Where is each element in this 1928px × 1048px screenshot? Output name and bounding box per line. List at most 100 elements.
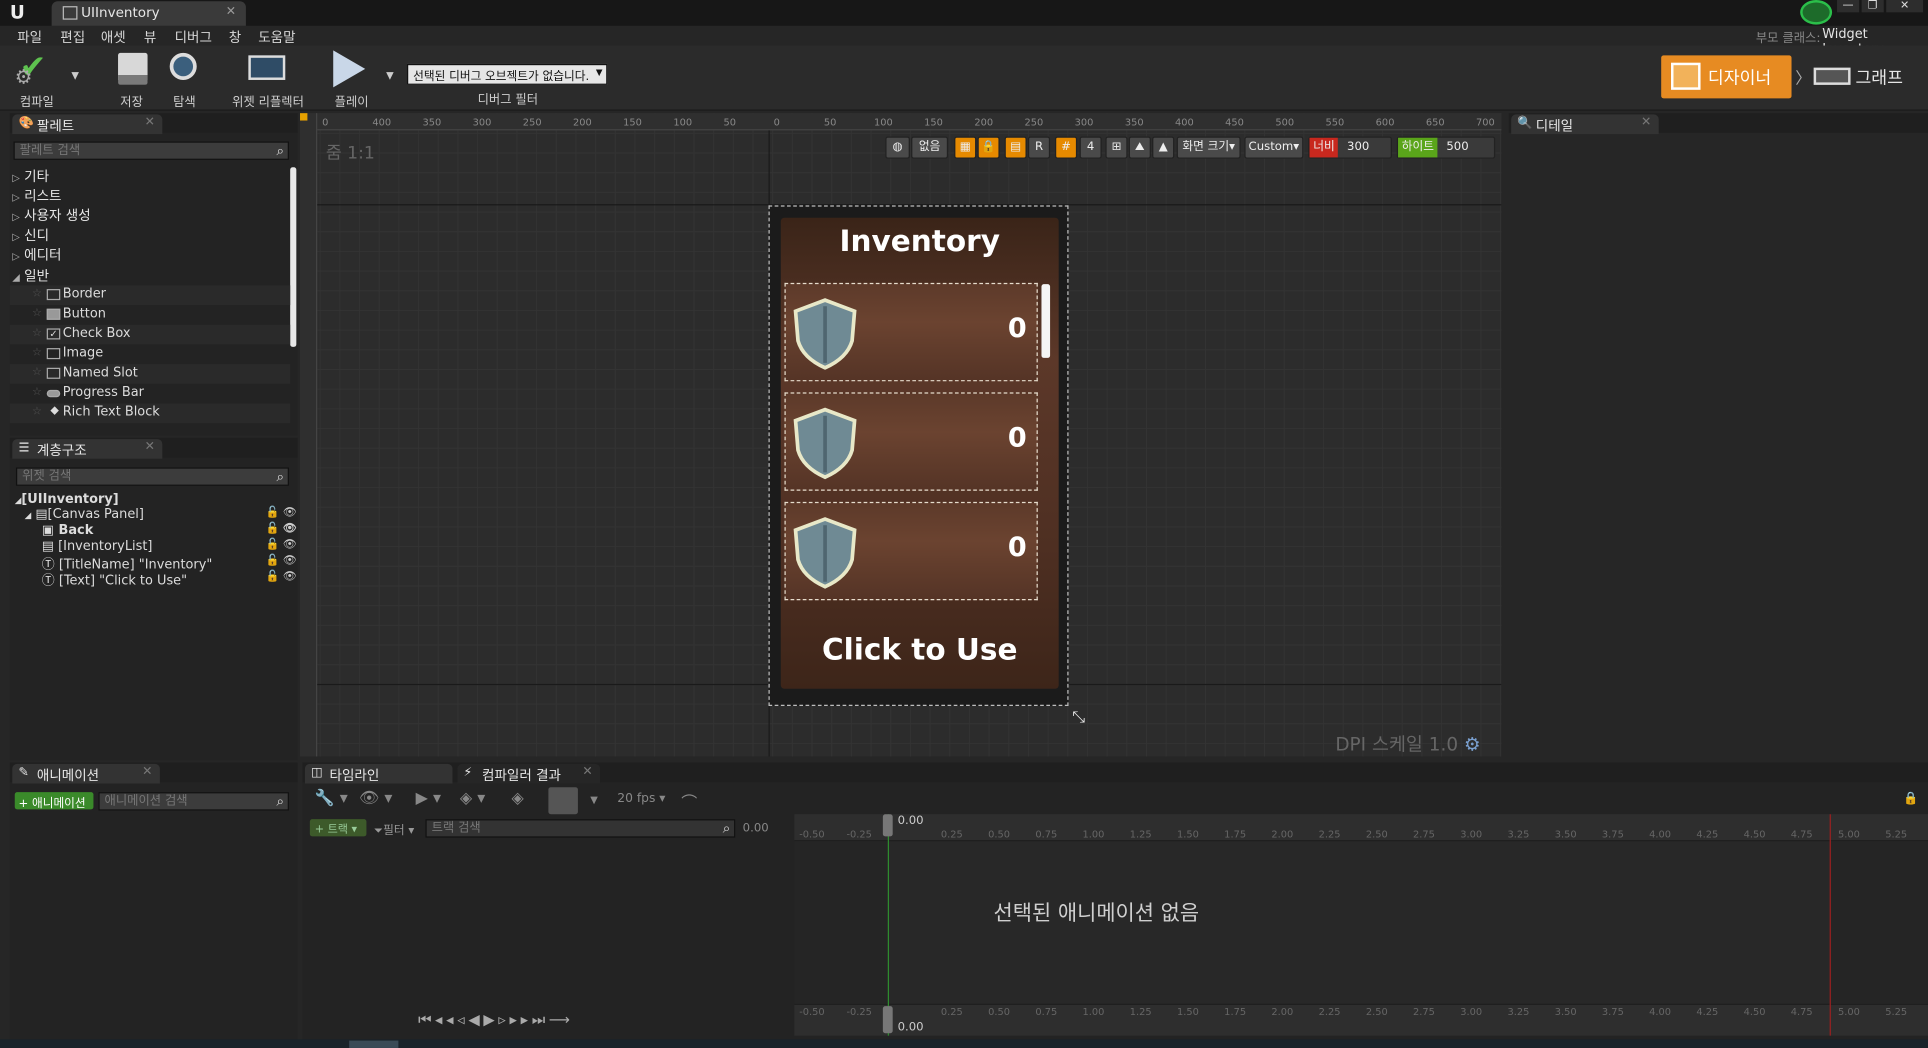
play-options-dropdown[interactable]: ▼ [386,70,394,81]
favorite-star-icon[interactable]: ☆ [32,367,42,379]
close-window-button[interactable]: ✕ [1886,0,1924,13]
tab-timeline[interactable]: ◫ 타임라인 [304,763,453,784]
favorite-star-icon[interactable]: ☆ [32,386,42,398]
source-control-icon[interactable] [1800,0,1833,25]
tab-hierarchy[interactable]: ☰ 계층구조 ✕ [12,439,163,459]
tree-item-click-text[interactable]: Ⓣ [Text] "Click to Use" 🔓 👁 [42,571,297,588]
menu-asset[interactable]: 애셋 [101,27,126,47]
none-button[interactable]: 없음 [911,136,949,159]
compile-options-dropdown[interactable]: ▼ [71,70,79,81]
palette-category-lists[interactable]: ▷ 리스트 [12,186,61,206]
menu-view[interactable]: 뷰 [144,27,156,47]
close-icon[interactable]: ✕ [142,765,152,779]
menu-file[interactable]: 파일 [17,27,42,47]
dropdown-arrow-icon[interactable]: ▼ [590,795,598,806]
reverse-icon[interactable]: ◀ [468,1011,483,1028]
menu-window[interactable]: 창 [229,27,241,47]
tree-item-canvas-panel[interactable]: ◢ ▤[Canvas Panel] 🔓 👁 [25,507,297,523]
key-icon[interactable]: ◈ ▾ [460,790,485,808]
snap-icon[interactable]: ◈ [512,790,524,808]
designer-mode-button[interactable]: 디자이너 [1661,55,1792,99]
grid-size-button[interactable]: 4 [1079,136,1102,159]
tree-item-root[interactable]: ◢[UIInventory] [15,492,295,508]
globe-button[interactable]: ◍ [885,136,910,159]
custom-dropdown[interactable]: Custom▾ [1244,136,1304,159]
inventory-slot[interactable]: 0 [784,392,1038,491]
palette-category-user-created[interactable]: ▷ 사용자 생성 [12,205,90,225]
width-field[interactable]: 너비 300 [1308,136,1392,159]
playback-start-marker[interactable] [887,814,890,1036]
play-button[interactable]: 플레이 [325,48,379,109]
palette-category-common[interactable]: ◢ 일반 [12,266,49,286]
tab-compiler-results[interactable]: ⚡ 컴파일러 결과 ✕ [457,763,601,784]
palette-scrollbar[interactable] [290,167,297,347]
inventory-slot[interactable]: 0 [784,282,1038,382]
favorite-star-icon[interactable]: ☆ [32,288,42,300]
lock-icon[interactable]: 🔓 [266,555,280,567]
menu-help[interactable]: 도움말 [258,27,295,47]
palette-item-named-slot[interactable]: ☆ Named Slot [9,364,291,384]
favorite-star-icon[interactable]: ☆ [32,406,42,418]
lock-toggle-button[interactable]: 🔒 [977,136,1000,159]
tree-item-inventory-list[interactable]: ▤ [InventoryList] 🔓 👁 [42,539,297,555]
tab-animations[interactable]: ✎ 애니메이션 ✕ [12,763,160,784]
widget-preview[interactable]: Inventory 0 0 0 Click to Use [768,205,1069,707]
add-animation-button[interactable]: + 애니메이션 [14,792,94,811]
timeline-track-area[interactable]: 0.00 0.00 -0.50 -0.25 0.25 0.50 0.75 1.00 1.25… [794,814,1928,1036]
palette-item-button[interactable]: ☆ Button [10,305,290,325]
lock-icon[interactable]: 🔒 [1903,792,1918,806]
image-preview-button[interactable]: ⛰ [1128,136,1151,159]
palette-item-border[interactable]: ☆ Border [9,285,291,306]
grid-snap-button[interactable]: # [1054,136,1078,159]
palette-category-sequencer[interactable]: ▷ 신디 [12,225,49,245]
eye-icon[interactable]: 👁 [283,507,297,519]
browse-button[interactable]: 탐색 [160,48,209,109]
current-time-field[interactable]: 0.00 [743,822,769,836]
jump-start-icon[interactable]: ⏮ [418,1011,435,1028]
gear-icon[interactable]: ⚙ [1464,733,1481,755]
curve-editor-icon[interactable]: ⌒ [681,790,697,813]
jump-end-icon[interactable]: ⏭ [532,1011,549,1028]
tree-item-title-name[interactable]: Ⓣ [TitleName] "Inventory" 🔓 👁 [42,555,297,572]
favorite-star-icon[interactable]: ☆ [32,308,42,320]
close-icon[interactable]: ✕ [145,116,155,130]
triangle-button[interactable]: ▲ [1152,136,1175,159]
add-track-button[interactable]: + 트랙 ▾ [309,819,367,837]
resize-handle-icon[interactable]: ⤡ [1072,708,1085,726]
palette-search-input[interactable]: 팔레트 검색 ⌕ [13,141,289,160]
palette-item-image[interactable]: ☆ Image [10,344,290,364]
tab-palette[interactable]: 🎨 팔레트 ✕ [12,114,163,135]
palette-item-rich-text-block[interactable]: ☆ ◆ Rich Text Block [9,403,291,424]
eye-icon[interactable]: 👁 ▾ [359,790,392,808]
palette-category-editor[interactable]: ▷ 에디터 [12,245,61,265]
widget-search-input[interactable]: 위젯 검색 ⌕ [15,467,289,486]
wrench-icon[interactable]: 🔧 ▾ [315,790,348,808]
favorite-star-icon[interactable]: ☆ [32,327,42,339]
unreal-logo-icon[interactable]: U [10,1,25,23]
graph-mode-button[interactable]: 그래프 [1811,55,1922,98]
menu-debug[interactable]: 디버그 [175,27,212,47]
lock-icon[interactable]: 🔓 [266,571,280,583]
lock-icon[interactable]: 🔓 [266,539,280,551]
layout-toggle-button[interactable]: ▤ [1004,136,1027,159]
respect-locks-button[interactable]: R [1027,136,1051,159]
fps-dropdown[interactable]: 20 fps ▾ [617,792,665,806]
tab-details[interactable]: 🔍 디테일 ✕ [1511,114,1659,135]
inventory-slot[interactable]: 0 [784,501,1038,601]
step-back-icon[interactable]: ◃ [457,1011,468,1028]
prev-key-icon[interactable]: ◂◂ [435,1011,457,1028]
debug-object-select[interactable]: 선택된 디버그 오브젝트가 없습니다. ▼ [406,63,608,85]
eye-icon[interactable]: 👁 [283,571,297,583]
height-field[interactable]: 하이트 500 [1396,136,1496,159]
tree-item-back[interactable]: ▣ Back 🔓 👁 [42,523,297,539]
step-forward-icon[interactable]: ▹ [498,1011,509,1028]
eye-icon[interactable]: 👁 [283,523,297,535]
outline-toggle-button[interactable]: ▦ [954,136,977,159]
eye-icon[interactable]: 👁 [283,539,297,551]
inventory-list-scrollbar[interactable] [1041,284,1051,358]
lock-icon[interactable]: 🔓 [266,507,280,519]
close-icon[interactable]: ✕ [226,5,236,19]
favorite-star-icon[interactable]: ☆ [32,347,42,359]
close-icon[interactable]: ✕ [145,440,155,454]
track-search-input[interactable]: 트랙 검색 ⌕ [425,819,736,838]
